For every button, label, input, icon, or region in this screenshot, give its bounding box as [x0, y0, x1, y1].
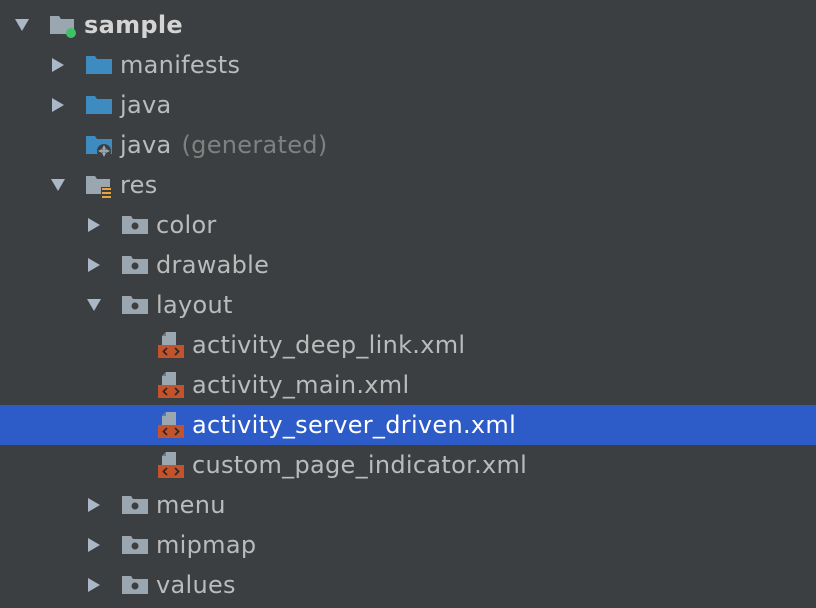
- folder-icon: [84, 90, 114, 120]
- expand-arrow-icon[interactable]: [12, 15, 32, 35]
- tree-node-java-generated[interactable]: java (generated): [0, 125, 816, 165]
- package-folder-icon: [120, 490, 150, 520]
- expand-arrow-icon[interactable]: [84, 295, 104, 315]
- resources-folder-icon: [84, 170, 114, 200]
- tree-node-label: layout: [156, 291, 233, 319]
- expand-arrow-icon[interactable]: [48, 175, 68, 195]
- tree-node-java[interactable]: java: [0, 85, 816, 125]
- xml-layout-file-icon: [156, 330, 186, 360]
- tree-node-label: values: [156, 571, 236, 599]
- tree-node-label: activity_main.xml: [192, 371, 410, 399]
- tree-node-label: activity_server_driven.xml: [192, 411, 517, 439]
- tree-node-label: drawable: [156, 251, 270, 279]
- tree-node-file-selected[interactable]: activity_server_driven.xml: [0, 405, 816, 445]
- project-tree: sample manifests java java (generated) r…: [0, 0, 816, 608]
- folder-icon: [84, 50, 114, 80]
- package-folder-icon: [120, 210, 150, 240]
- tree-node-mipmap[interactable]: mipmap: [0, 525, 816, 565]
- tree-node-label: sample: [84, 11, 183, 39]
- tree-node-values[interactable]: values: [0, 565, 816, 605]
- tree-node-manifests[interactable]: manifests: [0, 45, 816, 85]
- tree-node-drawable[interactable]: drawable: [0, 245, 816, 285]
- tree-node-label: java: [120, 131, 172, 159]
- package-folder-icon: [120, 250, 150, 280]
- collapse-arrow-icon[interactable]: [84, 535, 104, 555]
- tree-node-label: color: [156, 211, 217, 239]
- tree-node-label: custom_page_indicator.xml: [192, 451, 528, 479]
- tree-node-hint: (generated): [181, 131, 328, 159]
- package-folder-icon: [120, 570, 150, 600]
- package-folder-icon: [120, 530, 150, 560]
- tree-node-label: res: [120, 171, 158, 199]
- tree-node-sample[interactable]: sample: [0, 5, 816, 45]
- package-folder-icon: [120, 290, 150, 320]
- generated-source-folder-icon: [84, 130, 114, 160]
- collapse-arrow-icon[interactable]: [84, 255, 104, 275]
- collapse-arrow-icon[interactable]: [84, 575, 104, 595]
- tree-node-file[interactable]: activity_main.xml: [0, 365, 816, 405]
- tree-node-label: java: [120, 91, 172, 119]
- tree-node-layout[interactable]: layout: [0, 285, 816, 325]
- tree-node-file[interactable]: activity_deep_link.xml: [0, 325, 816, 365]
- tree-node-label: mipmap: [156, 531, 257, 559]
- tree-node-label: menu: [156, 491, 226, 519]
- collapse-arrow-icon[interactable]: [84, 215, 104, 235]
- collapse-arrow-icon[interactable]: [48, 55, 68, 75]
- xml-layout-file-icon: [156, 370, 186, 400]
- tree-node-menu[interactable]: menu: [0, 485, 816, 525]
- tree-node-color[interactable]: color: [0, 205, 816, 245]
- xml-layout-file-icon: [156, 450, 186, 480]
- module-folder-icon: [48, 10, 78, 40]
- tree-node-label: manifests: [120, 51, 241, 79]
- tree-node-res[interactable]: res: [0, 165, 816, 205]
- tree-node-file[interactable]: custom_page_indicator.xml: [0, 445, 816, 485]
- xml-layout-file-icon: [156, 410, 186, 440]
- tree-node-label: activity_deep_link.xml: [192, 331, 466, 359]
- collapse-arrow-icon[interactable]: [84, 495, 104, 515]
- collapse-arrow-icon[interactable]: [48, 95, 68, 115]
